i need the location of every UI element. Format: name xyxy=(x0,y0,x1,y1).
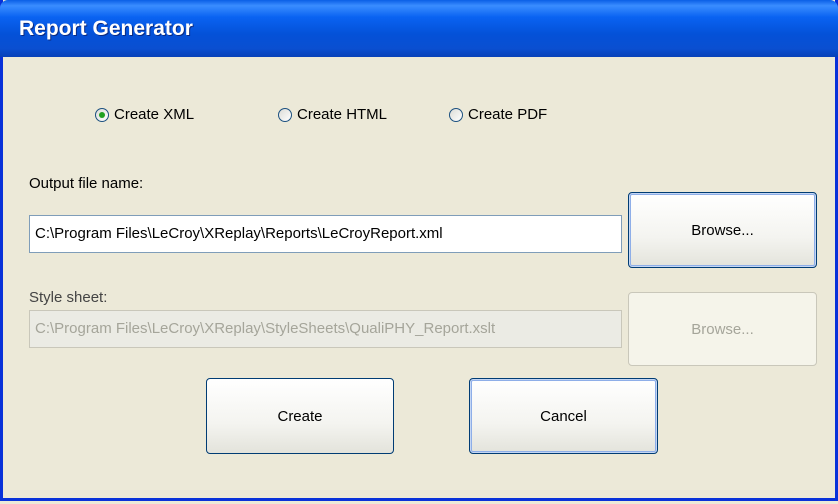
style-sheet-browse-button: Browse... xyxy=(628,292,817,366)
dialog-body: Create XML Create HTML Create PDF Output… xyxy=(3,57,835,498)
radio-selected-icon xyxy=(95,107,109,122)
output-browse-button[interactable]: Browse... xyxy=(628,192,817,268)
create-html-label: Create HTML xyxy=(297,106,388,123)
create-pdf-label: Create PDF xyxy=(468,106,548,123)
output-file-label: Output file name: xyxy=(29,175,144,192)
radio-unselected-icon xyxy=(278,107,292,122)
cancel-button[interactable]: Cancel xyxy=(469,378,658,454)
create-pdf-radio[interactable]: Create PDF xyxy=(449,106,547,123)
style-sheet-label: Style sheet: xyxy=(29,289,108,306)
create-html-radio[interactable]: Create HTML xyxy=(278,106,387,123)
title-bar[interactable]: Report Generator xyxy=(0,0,838,57)
create-xml-radio[interactable]: Create XML xyxy=(95,106,194,123)
output-file-input[interactable]: C:\Program Files\LeCroy\XReplay\Reports\… xyxy=(29,215,622,253)
create-xml-label: Create XML xyxy=(114,106,195,123)
radio-unselected-icon xyxy=(449,107,463,122)
style-sheet-input: C:\Program Files\LeCroy\XReplay\StyleShe… xyxy=(29,310,622,348)
window-title: Report Generator xyxy=(19,17,193,40)
report-generator-window: Report Generator Create XML Create HTML … xyxy=(0,0,838,501)
create-button[interactable]: Create xyxy=(206,378,394,454)
